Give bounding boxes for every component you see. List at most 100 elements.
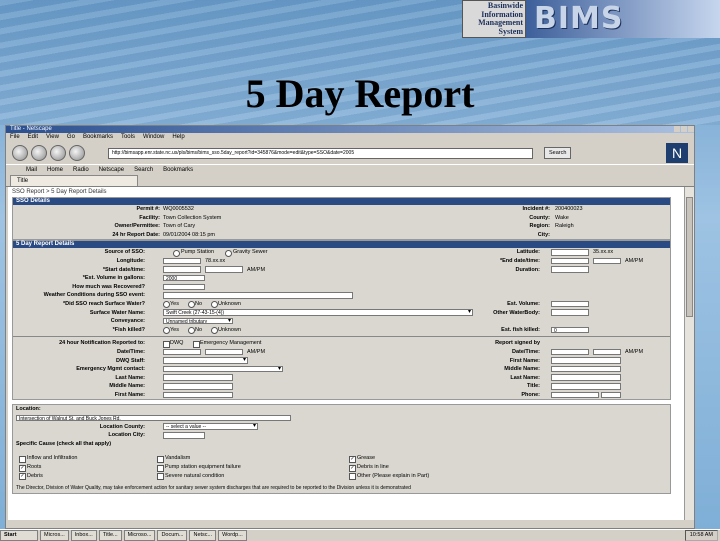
menu-bookmarks[interactable]: Bookmarks xyxy=(83,133,113,142)
toolbar-mail[interactable]: Mail xyxy=(26,165,37,175)
signed-time-input[interactable] xyxy=(593,348,621,356)
fish-label: *Fish killed? xyxy=(112,326,145,333)
taskbar-item[interactable]: Title... xyxy=(98,530,122,541)
forward-button[interactable] xyxy=(31,145,47,161)
phone-input[interactable] xyxy=(551,391,599,399)
cause-checkbox[interactable] xyxy=(349,473,356,481)
cause-checkbox[interactable] xyxy=(157,455,164,463)
date-time-label: Date/Time: xyxy=(116,348,145,355)
menu-go[interactable]: Go xyxy=(67,133,75,142)
start-time-input[interactable] xyxy=(205,266,243,273)
netscape-logo-icon: N xyxy=(666,143,688,163)
cause-checkbox[interactable]: ✓ xyxy=(349,464,356,472)
taskbar-item[interactable]: Docum... xyxy=(157,530,188,541)
taskbar-item[interactable]: Wordp... xyxy=(218,530,247,541)
cause-checkbox[interactable]: ✓ xyxy=(349,455,356,463)
signer-last-name-input[interactable] xyxy=(551,374,621,381)
fish-no-radio[interactable] xyxy=(188,327,195,335)
location-county-select[interactable]: -- select a value -- xyxy=(163,423,258,430)
title-input[interactable] xyxy=(551,383,621,390)
conveyance-select[interactable]: Unnamed tributary xyxy=(163,317,233,325)
county-value: Wake xyxy=(555,214,569,221)
toolbar-radio[interactable]: Radio xyxy=(73,165,89,175)
surface-no-radio[interactable] xyxy=(188,301,195,309)
taskbar-item[interactable]: Netsc... xyxy=(189,530,217,541)
phone-ext-input[interactable] xyxy=(601,391,621,399)
toolbar-search[interactable]: Search xyxy=(134,165,153,175)
sw-name-select[interactable]: Swift Creek (27-43-15-(4)) xyxy=(163,309,473,316)
location-city-input[interactable] xyxy=(163,432,205,439)
permit-label: Permit #: xyxy=(136,206,160,212)
dwq-staff-label: DWQ Staff: xyxy=(115,357,145,364)
volume-input[interactable]: 2000 xyxy=(163,274,205,282)
start-button[interactable]: Start xyxy=(0,530,38,541)
source-pump-radio[interactable] xyxy=(173,249,180,257)
latitude-input[interactable] xyxy=(551,249,589,256)
close-button[interactable] xyxy=(688,126,694,132)
surface-yes-radio[interactable] xyxy=(163,301,170,309)
em-middle-name-input[interactable] xyxy=(163,383,233,390)
tab-title[interactable]: Title xyxy=(10,175,138,186)
notif-time-input[interactable] xyxy=(205,348,243,356)
menu-help[interactable]: Help xyxy=(172,133,184,142)
duration-input[interactable] xyxy=(551,266,589,273)
cause-checkbox[interactable] xyxy=(157,473,164,481)
menu-tools[interactable]: Tools xyxy=(121,133,135,142)
maximize-button[interactable] xyxy=(681,126,687,132)
notif-date-input[interactable] xyxy=(163,348,201,356)
toolbar-netscape[interactable]: Netscape xyxy=(99,165,124,175)
stop-button[interactable] xyxy=(69,145,85,161)
end-time-input[interactable] xyxy=(593,257,621,265)
title-label: Title: xyxy=(526,383,540,390)
url-input[interactable]: http://bimsapp.enr.state.nc.us/pls/bims/… xyxy=(108,147,533,159)
notification-label: 24 hour Notification Reported to: xyxy=(59,340,145,347)
menu-window[interactable]: Window xyxy=(143,133,164,142)
toolbar-bookmarks[interactable]: Bookmarks xyxy=(163,165,193,175)
emergency-select[interactable] xyxy=(163,365,283,373)
minimize-button[interactable] xyxy=(674,126,680,132)
facility-value: Town Collection System xyxy=(163,214,222,221)
longitude-input[interactable] xyxy=(163,257,201,265)
em-last-name-input[interactable] xyxy=(163,374,233,381)
cause-checkbox[interactable]: ✓ xyxy=(19,464,26,472)
cause-checkbox[interactable] xyxy=(157,464,164,472)
cause-checkbox[interactable] xyxy=(19,455,26,463)
start-date-input[interactable] xyxy=(163,266,201,273)
notif-em-checkbox[interactable] xyxy=(193,340,200,348)
source-gravity-radio[interactable] xyxy=(225,249,232,257)
vertical-scrollbar[interactable] xyxy=(684,187,694,520)
fish-yes-radio[interactable] xyxy=(163,327,170,335)
longitude-value: 78.xx.xx xyxy=(205,257,226,264)
signed-date-input[interactable] xyxy=(551,348,589,356)
weather-input[interactable] xyxy=(163,292,353,299)
cause-checkbox[interactable]: ✓ xyxy=(19,473,26,481)
other-waterbody-input[interactable] xyxy=(551,309,589,316)
recovered-input[interactable] xyxy=(163,283,205,291)
dwq-staff-select[interactable] xyxy=(163,357,248,364)
fish-unknown-radio[interactable] xyxy=(211,327,218,335)
location-input[interactable]: Intersection of Walnut St. and Buck Jone… xyxy=(16,414,291,422)
toolbar-home[interactable]: Home xyxy=(47,165,63,175)
sw-name-label: Surface Water Name: xyxy=(89,309,145,316)
taskbar-item[interactable]: Inbox... xyxy=(70,530,97,541)
search-button[interactable]: Search xyxy=(544,147,572,159)
notif-dwq-checkbox[interactable] xyxy=(163,340,170,348)
taskbar-item[interactable]: Microso... xyxy=(123,530,156,541)
em-first-name-input[interactable] xyxy=(163,391,233,399)
back-button[interactable] xyxy=(12,145,28,161)
end-date-input[interactable] xyxy=(551,257,589,265)
reload-button[interactable] xyxy=(50,145,66,161)
taskbar-item[interactable]: Micros... xyxy=(40,530,69,541)
menu-view[interactable]: View xyxy=(46,133,59,142)
fish-count-input[interactable]: 0 xyxy=(551,326,589,334)
cause-label: Severe natural condition xyxy=(165,472,225,479)
surface-unknown-radio[interactable] xyxy=(211,301,218,309)
report-date-label: 24 hr Report Date: xyxy=(112,231,160,238)
menu-file[interactable]: File xyxy=(10,133,20,142)
fish-no-label: No xyxy=(195,326,203,333)
menu-edit[interactable]: Edit xyxy=(28,133,38,142)
est-volume-sw-input[interactable] xyxy=(551,300,589,308)
first-name-input[interactable] xyxy=(551,357,621,364)
scrollbar-thumb[interactable] xyxy=(686,197,693,317)
middle-name-input[interactable] xyxy=(551,365,621,373)
